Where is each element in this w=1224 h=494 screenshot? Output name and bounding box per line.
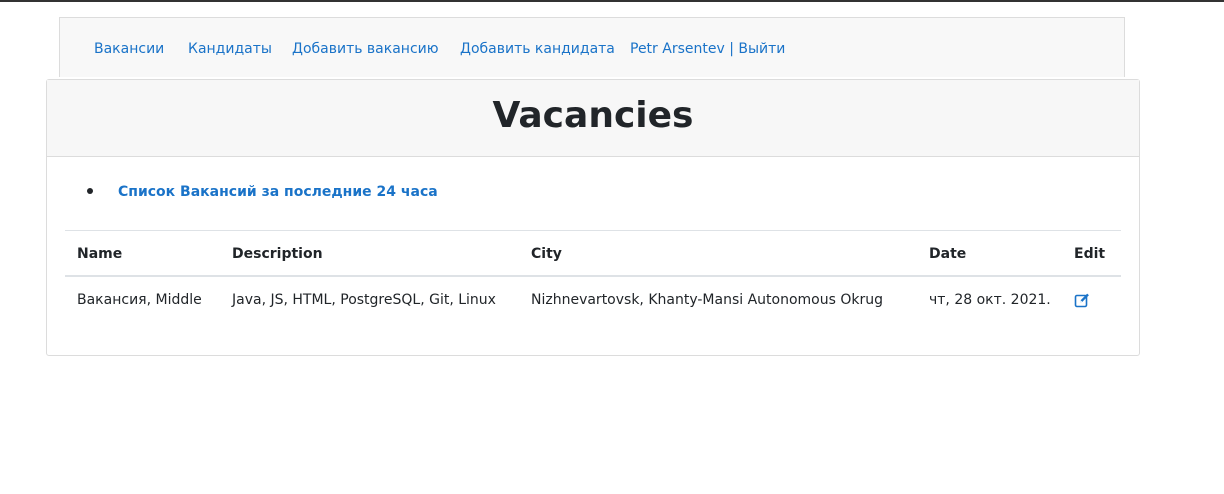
navbar: Вакансии Кандидаты Добавить вакансию Доб…: [59, 17, 1125, 77]
nav-link-add-vacancy[interactable]: Добавить вакансию: [292, 40, 439, 58]
recent-vacancies-link[interactable]: Список Вакансий за последние 24 часа: [118, 183, 438, 201]
cell-city: Nizhnevartovsk, Khanty-Mansi Autonomous …: [531, 292, 883, 308]
cell-description: Java, JS, HTML, PostgreSQL, Git, Linux: [232, 292, 496, 308]
edit-icon[interactable]: [1074, 292, 1090, 308]
column-header-date: Date: [929, 246, 967, 262]
nav-link-logout[interactable]: Petr Arsentev | Выйти: [630, 40, 785, 58]
nav-link-vacancies[interactable]: Вакансии: [94, 40, 164, 58]
list-bullet: [87, 188, 93, 194]
table-header-divider: [65, 275, 1121, 277]
cell-date: чт, 28 окт. 2021.: [929, 292, 1051, 308]
top-border: [0, 0, 1224, 2]
column-header-city: City: [531, 246, 562, 262]
vacancies-card: Vacancies Список Вакансий за последние 2…: [46, 79, 1140, 356]
column-header-edit: Edit: [1074, 246, 1106, 262]
card-header: Vacancies: [47, 80, 1139, 157]
table-top-border: [65, 230, 1121, 231]
column-header-name: Name: [77, 246, 123, 262]
cell-name: Вакансия, Middle: [77, 292, 202, 308]
page-title: Vacancies: [492, 95, 694, 136]
column-header-description: Description: [232, 246, 323, 262]
nav-link-add-candidate[interactable]: Добавить кандидата: [460, 40, 615, 58]
nav-link-candidates[interactable]: Кандидаты: [188, 40, 272, 58]
